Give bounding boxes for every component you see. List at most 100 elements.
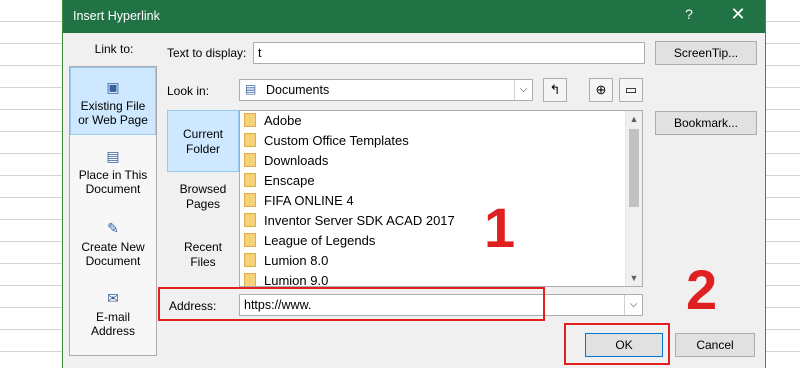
grid-line [0, 219, 62, 220]
list-item[interactable]: FIFA ONLINE 4 [244, 191, 354, 211]
nav-label-line1: Place in This [78, 168, 148, 182]
grid-line [766, 285, 800, 286]
bookmark-button[interactable]: Bookmark... [655, 111, 757, 135]
tab-recent-files[interactable]: Recent Files [167, 240, 239, 280]
grid-line [0, 131, 62, 132]
link-to-label: Link to: [94, 42, 134, 56]
vertical-scrollbar[interactable]: ▲ ▼ [625, 111, 642, 286]
chevron-down-icon[interactable]: ⌵ [624, 295, 642, 315]
grid-line [0, 263, 62, 264]
look-in-label: Look in: [167, 84, 210, 98]
up-folder-button[interactable]: ↰ [543, 78, 567, 102]
nav-label-line1: Existing File [80, 99, 146, 113]
step-2-annotation: 2 [686, 258, 718, 321]
scroll-thumb[interactable] [629, 129, 639, 207]
grid-line [766, 241, 800, 242]
file-name: Custom Office Templates [264, 133, 409, 148]
look-in-combo[interactable]: ▤ Documents ⌵ [239, 79, 533, 101]
nav-label-line2: or Web Page [78, 113, 148, 127]
list-item[interactable]: Enscape [244, 171, 315, 191]
grid-line [0, 197, 62, 198]
grid-line [766, 219, 800, 220]
nav-email-address[interactable]: ✉ E-mail Address [70, 289, 156, 347]
browse-file-button[interactable]: ▭ [619, 78, 643, 102]
list-item[interactable]: Lumion 9.0 [244, 271, 329, 287]
tab-current-folder[interactable]: Current Folder [167, 110, 239, 172]
file-list[interactable]: Adobe Custom Office Templates Downloads … [239, 110, 643, 287]
close-button[interactable]: ✕ [723, 4, 753, 25]
side-tabs: Current Folder Browsed Pages Recent File… [167, 108, 239, 284]
folder-icon [244, 233, 256, 247]
scroll-down-icon[interactable]: ▼ [626, 270, 642, 286]
grid-line [766, 263, 800, 264]
browse-web-button[interactable]: ⊕ [589, 78, 613, 102]
list-item[interactable]: Custom Office Templates [244, 131, 409, 151]
nav-create-new-document[interactable]: ✎ Create New Document [70, 219, 156, 277]
grid-line [766, 307, 800, 308]
folder-icon [244, 113, 256, 127]
grid-line [0, 109, 62, 110]
new-document-icon: ✎ [107, 220, 119, 236]
grid-line [766, 351, 800, 352]
grid-line [0, 175, 62, 176]
file-name: Enscape [264, 173, 315, 188]
nav-existing-file[interactable]: ▣ Existing File or Web Page [70, 67, 156, 135]
chevron-down-icon[interactable]: ⌵ [514, 80, 532, 100]
link-to-nav: ▣ Existing File or Web Page ▤ Place in T… [69, 66, 157, 356]
cancel-button[interactable]: Cancel [675, 333, 755, 357]
list-item[interactable]: Inventor Server SDK ACAD 2017 [244, 211, 455, 231]
grid-line [0, 87, 62, 88]
grid-line [766, 43, 800, 44]
nav-label-line2: Document [85, 254, 141, 268]
help-button[interactable]: ? [679, 6, 699, 22]
document-place-icon: ▤ [106, 148, 120, 164]
file-name: Lumion 9.0 [264, 273, 329, 287]
folder-icon [244, 273, 256, 286]
grid-line [766, 329, 800, 330]
grid-line [0, 43, 62, 44]
file-name: Downloads [264, 153, 329, 168]
tab-browsed-pages[interactable]: Browsed Pages [167, 182, 239, 222]
file-name: FIFA ONLINE 4 [264, 193, 354, 208]
scroll-up-icon[interactable]: ▲ [626, 111, 642, 127]
tab-label-line2: Files [190, 255, 216, 269]
file-name: Inventor Server SDK ACAD 2017 [264, 213, 455, 228]
list-item[interactable]: Adobe [244, 111, 302, 131]
grid-line [0, 351, 62, 352]
text-to-display-input[interactable]: t [253, 42, 645, 64]
look-in-value: Documents [266, 83, 330, 97]
grid-line [0, 153, 62, 154]
title-bar[interactable]: Insert Hyperlink ? ✕ [63, 0, 765, 33]
nav-label-line1: Create New [81, 240, 145, 254]
folder-icon [244, 173, 256, 187]
grid-line [766, 87, 800, 88]
tab-label-line2: Folder [185, 142, 220, 156]
screentip-button[interactable]: ScreenTip... [655, 41, 757, 65]
grid-line [766, 65, 800, 66]
documents-icon: ▤ [245, 82, 257, 96]
web-page-icon: ▣ [106, 79, 120, 95]
address-highlight-box [158, 287, 545, 321]
grid-line [0, 307, 62, 308]
text-to-display-value: t [258, 46, 262, 60]
list-item[interactable]: Lumion 8.0 [244, 251, 328, 271]
tab-label-line2: Pages [185, 197, 221, 211]
grid-line [766, 109, 800, 110]
nav-label-line2: Address [90, 324, 136, 338]
list-item[interactable]: League of Legends [244, 231, 375, 251]
tab-label-line1: Current [182, 127, 223, 141]
folder-icon [244, 153, 256, 167]
folder-icon [244, 133, 256, 147]
file-name: League of Legends [264, 233, 376, 248]
nav-place-in-document[interactable]: ▤ Place in This Document [70, 147, 156, 205]
list-item[interactable]: Downloads [244, 151, 328, 171]
grid-line [0, 65, 62, 66]
folder-icon [244, 193, 256, 207]
nav-label-line2: Document [85, 182, 141, 196]
grid-line [766, 131, 800, 132]
step-1-annotation: 1 [484, 196, 516, 259]
file-name: Lumion 8.0 [264, 253, 329, 268]
dialog-title: Insert Hyperlink [73, 9, 160, 23]
grid-line [0, 21, 62, 22]
ok-highlight-box [564, 323, 670, 365]
